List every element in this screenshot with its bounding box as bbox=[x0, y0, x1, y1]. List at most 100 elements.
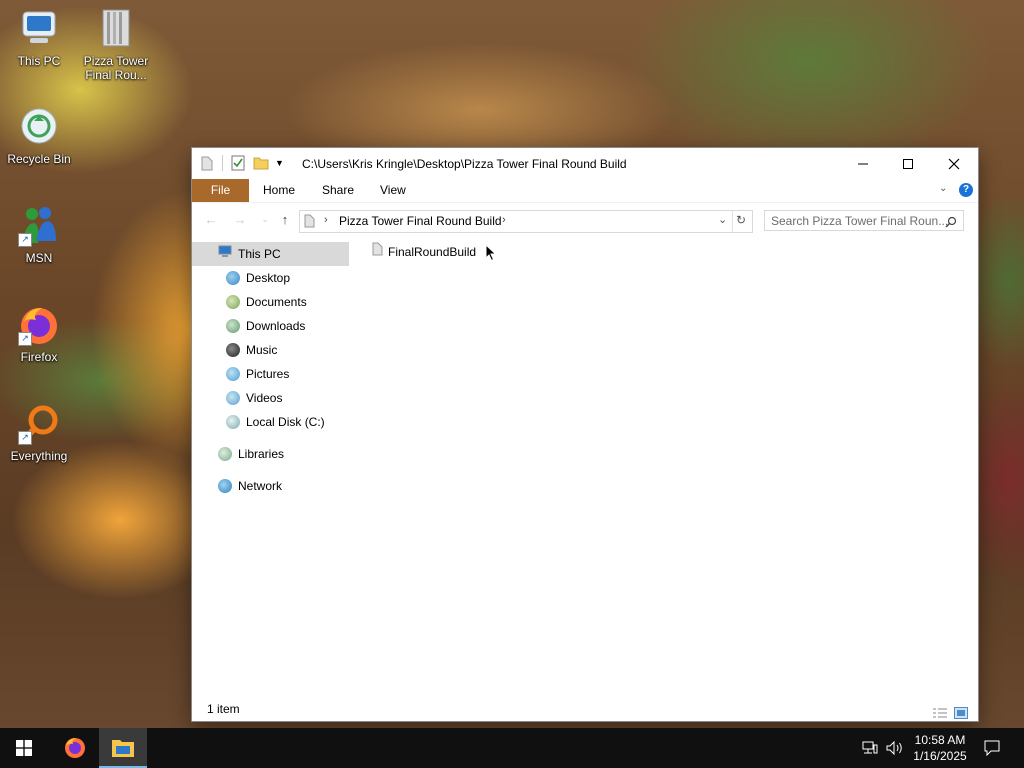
nav-network-label: Network bbox=[238, 479, 283, 493]
desktop-icon-recycle-bin[interactable]: Recycle Bin bbox=[3, 106, 75, 166]
desktop-icon-msn[interactable]: ↗ MSN bbox=[3, 205, 75, 265]
address-dropdown-chevron-icon[interactable]: ⌄ bbox=[718, 213, 727, 226]
search-placeholder: Search Pizza Tower Final Roun... bbox=[771, 214, 949, 228]
large-icons-view-icon[interactable] bbox=[954, 703, 968, 727]
this-pc-icon bbox=[218, 242, 232, 266]
search-box[interactable]: Search Pizza Tower Final Roun... bbox=[764, 210, 964, 231]
nav-desktop[interactable]: Desktop bbox=[226, 266, 290, 290]
search-icon bbox=[945, 211, 957, 232]
status-bar: 1 item bbox=[192, 697, 978, 721]
recent-locations-chevron-icon[interactable]: ⌄ bbox=[258, 213, 272, 227]
desktop-icon-label: Recycle Bin bbox=[7, 152, 71, 166]
nav-this-pc[interactable]: This PC bbox=[192, 242, 349, 266]
windows-logo-icon bbox=[16, 740, 32, 756]
libraries-icon bbox=[218, 447, 232, 461]
taskbar: 10:58 AM 1/16/2025 bbox=[0, 728, 1024, 768]
expand-ribbon-chevron-icon[interactable]: ⌄ bbox=[939, 183, 947, 194]
volume-icon[interactable] bbox=[884, 728, 906, 768]
taskbar-file-explorer-button[interactable] bbox=[99, 728, 147, 768]
firefox-icon: ↗ bbox=[18, 304, 60, 346]
nav-item-label: Videos bbox=[246, 391, 283, 405]
new-folder-icon[interactable] bbox=[253, 155, 269, 171]
zip-folder-icon bbox=[95, 8, 137, 50]
start-button[interactable] bbox=[0, 728, 48, 768]
desktop-icon-this-pc[interactable]: This PC bbox=[3, 8, 75, 68]
desktop-icon-label: Pizza Tower Final Rou... bbox=[83, 54, 149, 82]
nav-item-label: Music bbox=[246, 343, 278, 357]
window-title: C:\Users\Kris Kringle\Desktop\Pizza Towe… bbox=[302, 157, 627, 171]
nav-videos[interactable]: Videos bbox=[226, 386, 282, 410]
desktop-icon-firefox[interactable]: ↗ Firefox bbox=[3, 304, 75, 364]
clock[interactable]: 10:58 AM 1/16/2025 bbox=[908, 732, 972, 764]
network-tray-icon[interactable] bbox=[860, 728, 880, 768]
file-explorer-window: ▼ C:\Users\Kris Kringle\Desktop\Pizza To… bbox=[192, 148, 978, 721]
breadcrumb-separator-end[interactable]: › bbox=[502, 214, 506, 226]
desktop-icon-pizza-tower-folder[interactable]: Pizza Tower Final Rou... bbox=[80, 8, 152, 82]
nav-libraries[interactable]: Libraries bbox=[218, 442, 284, 466]
address-row: ← → ⌄ ↑ › Pizza Tower Final Round Build … bbox=[192, 203, 978, 238]
ribbon: File Home Share View ⌄ ? bbox=[192, 179, 978, 203]
tab-share[interactable]: Share bbox=[322, 179, 354, 202]
computer-icon bbox=[18, 8, 60, 50]
clock-date: 1/16/2025 bbox=[913, 749, 967, 763]
folder-icon bbox=[372, 242, 384, 262]
maximize-button[interactable] bbox=[885, 148, 931, 179]
up-arrow-icon[interactable]: ↑ bbox=[278, 213, 292, 227]
desktop-icon-label: This PC bbox=[17, 54, 61, 68]
nav-pictures[interactable]: Pictures bbox=[226, 362, 289, 386]
recycle-bin-icon bbox=[18, 106, 60, 148]
nav-downloads[interactable]: Downloads bbox=[226, 314, 305, 338]
nav-network[interactable]: Network bbox=[218, 474, 282, 498]
tab-view[interactable]: View bbox=[380, 179, 406, 202]
location-folder-icon bbox=[304, 214, 316, 231]
navigation-pane: This PC Desktop Documents Downloads Musi… bbox=[192, 236, 349, 697]
nav-item-label: Local Disk (C:) bbox=[246, 415, 325, 429]
shortcut-arrow-icon: ↗ bbox=[18, 332, 32, 346]
file-explorer-icon bbox=[112, 740, 134, 757]
desktop-icon bbox=[226, 271, 240, 285]
firefox-icon bbox=[65, 738, 85, 758]
documents-icon bbox=[226, 295, 240, 309]
customize-quick-access-icon[interactable]: ▼ bbox=[275, 158, 284, 168]
tab-home[interactable]: Home bbox=[263, 179, 295, 202]
app-folder-icon bbox=[200, 155, 214, 171]
details-view-icon[interactable] bbox=[932, 703, 948, 727]
back-arrow-icon[interactable]: ← bbox=[204, 213, 218, 227]
properties-icon[interactable] bbox=[231, 155, 245, 171]
help-icon[interactable]: ? bbox=[959, 183, 973, 197]
forward-arrow-icon[interactable]: → bbox=[233, 213, 247, 227]
address-bar[interactable]: › Pizza Tower Final Round Build › ⌄ ↻ bbox=[299, 210, 753, 233]
desktop-icon-everything[interactable]: ↗ Everything bbox=[3, 403, 75, 463]
breadcrumb-current[interactable]: Pizza Tower Final Round Build bbox=[339, 214, 502, 228]
desktop-icon-label: Everything bbox=[10, 449, 68, 463]
file-item-folder[interactable]: FinalRoundBuild bbox=[372, 242, 476, 262]
minimize-button[interactable] bbox=[840, 148, 886, 179]
videos-icon bbox=[226, 391, 240, 405]
nav-item-label: Pictures bbox=[246, 367, 290, 381]
notification-icon bbox=[984, 740, 1000, 756]
refresh-icon[interactable]: ↻ bbox=[736, 213, 746, 227]
nav-music[interactable]: Music bbox=[226, 338, 277, 362]
nav-documents[interactable]: Documents bbox=[226, 290, 307, 314]
action-center-button[interactable] bbox=[978, 728, 1006, 768]
mouse-cursor-icon bbox=[485, 243, 497, 265]
breadcrumb-separator[interactable]: › bbox=[324, 214, 328, 226]
nav-item-label: Documents bbox=[246, 295, 307, 309]
msn-icon: ↗ bbox=[18, 205, 60, 247]
file-item-name: FinalRoundBuild bbox=[388, 245, 477, 259]
shortcut-arrow-icon: ↗ bbox=[18, 431, 32, 445]
nav-item-label: Desktop bbox=[246, 271, 291, 285]
desktop-icon-label: MSN bbox=[25, 251, 53, 265]
tab-file[interactable]: File bbox=[192, 179, 249, 202]
shortcut-arrow-icon: ↗ bbox=[18, 233, 32, 247]
everything-search-icon: ↗ bbox=[18, 403, 60, 445]
close-button[interactable] bbox=[931, 148, 977, 179]
nav-libraries-label: Libraries bbox=[238, 447, 285, 461]
file-list: FinalRoundBuild bbox=[349, 236, 978, 697]
item-count: 1 item bbox=[207, 702, 240, 716]
nav-this-pc-label: This PC bbox=[238, 247, 281, 261]
taskbar-firefox-button[interactable] bbox=[51, 728, 99, 768]
music-icon bbox=[226, 343, 240, 357]
nav-local-disk[interactable]: Local Disk (C:) bbox=[226, 410, 325, 434]
title-bar[interactable]: ▼ C:\Users\Kris Kringle\Desktop\Pizza To… bbox=[192, 148, 978, 179]
